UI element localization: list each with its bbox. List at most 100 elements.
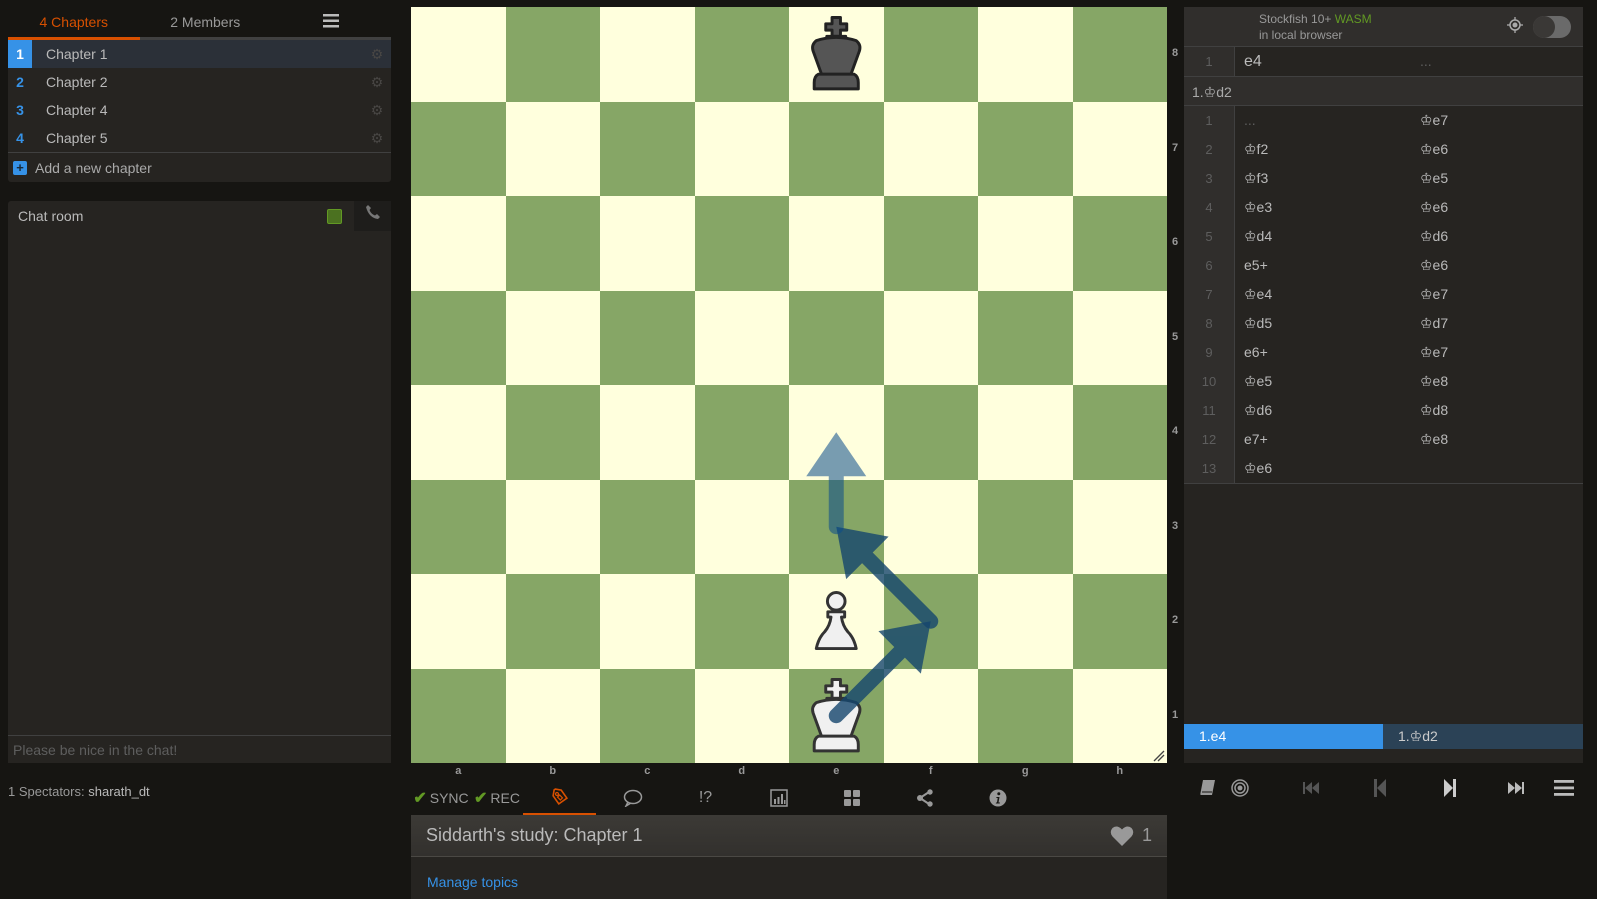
sync-toggle[interactable]: ✔ SYNC bbox=[411, 780, 471, 815]
square-d4[interactable] bbox=[694, 385, 789, 480]
white-move[interactable]: ♔e6 bbox=[1235, 454, 1411, 483]
square-h6[interactable] bbox=[1072, 196, 1167, 291]
square-g7[interactable] bbox=[978, 101, 1073, 196]
variation-line[interactable]: 1.♔d2 bbox=[1184, 76, 1583, 106]
square-a6[interactable] bbox=[411, 196, 506, 291]
square-c2[interactable] bbox=[600, 574, 695, 669]
square-b8[interactable] bbox=[505, 7, 600, 102]
manage-topics-link[interactable]: Manage topics bbox=[427, 874, 518, 890]
square-a4[interactable] bbox=[411, 385, 506, 480]
white-move[interactable]: ♔e5 bbox=[1235, 367, 1411, 396]
white-move[interactable]: ... bbox=[1235, 106, 1411, 135]
target-icon[interactable] bbox=[1505, 17, 1525, 36]
square-c8[interactable] bbox=[600, 7, 695, 102]
white-move[interactable]: ♔e3 bbox=[1235, 193, 1411, 222]
square-e4[interactable] bbox=[789, 385, 884, 480]
chart-icon[interactable] bbox=[742, 780, 815, 815]
black-move[interactable]: ♔e8 bbox=[1411, 425, 1583, 454]
black-move[interactable]: ♔e8 bbox=[1411, 367, 1583, 396]
square-c1[interactable] bbox=[600, 668, 695, 763]
menu-icon[interactable] bbox=[1546, 772, 1583, 804]
square-g2[interactable] bbox=[978, 574, 1073, 669]
square-c7[interactable] bbox=[600, 101, 695, 196]
square-f2[interactable] bbox=[883, 574, 978, 669]
black-move[interactable]: ♔d6 bbox=[1411, 222, 1583, 251]
square-f8[interactable] bbox=[883, 7, 978, 102]
black-move[interactable]: ♔e7 bbox=[1411, 106, 1583, 135]
square-a7[interactable] bbox=[411, 101, 506, 196]
move[interactable]: e4 bbox=[1235, 47, 1411, 76]
square-e6[interactable] bbox=[789, 196, 884, 291]
square-b1[interactable] bbox=[505, 668, 600, 763]
white-move[interactable]: e6+ bbox=[1235, 338, 1411, 367]
chapter-item[interactable]: 4 Chapter 5 ⚙ bbox=[8, 124, 391, 152]
square-f4[interactable] bbox=[883, 385, 978, 480]
black-king-icon[interactable] bbox=[789, 7, 884, 102]
gear-icon[interactable]: ⚙ bbox=[363, 74, 391, 91]
first-move-icon[interactable] bbox=[1275, 772, 1346, 804]
square-e3[interactable] bbox=[789, 479, 884, 574]
add-chapter-button[interactable]: + Add a new chapter bbox=[8, 152, 391, 182]
white-move[interactable]: ♔d6 bbox=[1235, 396, 1411, 425]
square-b3[interactable] bbox=[505, 479, 600, 574]
square-d6[interactable] bbox=[694, 196, 789, 291]
next-move-icon[interactable] bbox=[1413, 772, 1486, 804]
tag-icon[interactable] bbox=[523, 780, 596, 815]
chat-input[interactable]: Please be nice in the chat! bbox=[8, 735, 391, 763]
square-h8[interactable] bbox=[1072, 7, 1167, 102]
black-move[interactable]: ♔e5 bbox=[1411, 164, 1583, 193]
fork-option[interactable]: 1.e4 bbox=[1184, 724, 1383, 749]
square-f7[interactable] bbox=[883, 101, 978, 196]
spectator-name[interactable]: sharath_dt bbox=[88, 784, 149, 799]
board-resize-handle[interactable] bbox=[1153, 749, 1165, 762]
square-d8[interactable] bbox=[694, 7, 789, 102]
white-move[interactable]: ♔d5 bbox=[1235, 309, 1411, 338]
square-a1[interactable] bbox=[411, 668, 506, 763]
square-h4[interactable] bbox=[1072, 385, 1167, 480]
square-h2[interactable] bbox=[1072, 574, 1167, 669]
square-e5[interactable] bbox=[789, 290, 884, 385]
square-c4[interactable] bbox=[600, 385, 695, 480]
square-g4[interactable] bbox=[978, 385, 1073, 480]
gear-icon[interactable]: ⚙ bbox=[363, 46, 391, 63]
rec-toggle[interactable]: ✔ REC bbox=[471, 780, 523, 815]
square-a3[interactable] bbox=[411, 479, 506, 574]
square-a8[interactable] bbox=[411, 7, 506, 102]
target-circles-icon[interactable] bbox=[1224, 772, 1256, 804]
square-d5[interactable] bbox=[694, 290, 789, 385]
move[interactable]: ... bbox=[1411, 47, 1583, 76]
square-h5[interactable] bbox=[1072, 290, 1167, 385]
chat-toggle-checkbox[interactable] bbox=[327, 208, 342, 224]
grid-icon[interactable] bbox=[815, 780, 888, 815]
square-d2[interactable] bbox=[694, 574, 789, 669]
black-move[interactable]: ♔d8 bbox=[1411, 396, 1583, 425]
chapter-item[interactable]: 3 Chapter 4 ⚙ bbox=[8, 96, 391, 124]
square-g8[interactable] bbox=[978, 7, 1073, 102]
square-a5[interactable] bbox=[411, 290, 506, 385]
chapter-item[interactable]: 2 Chapter 2 ⚙ bbox=[8, 68, 391, 96]
gear-icon[interactable]: ⚙ bbox=[363, 130, 391, 147]
black-move[interactable]: ♔d7 bbox=[1411, 309, 1583, 338]
square-f1[interactable] bbox=[883, 668, 978, 763]
square-d1[interactable] bbox=[694, 668, 789, 763]
square-d3[interactable] bbox=[694, 479, 789, 574]
square-g5[interactable] bbox=[978, 290, 1073, 385]
square-c5[interactable] bbox=[600, 290, 695, 385]
black-move[interactable]: ♔e6 bbox=[1411, 251, 1583, 280]
square-b6[interactable] bbox=[505, 196, 600, 291]
black-move[interactable]: ♔e6 bbox=[1411, 135, 1583, 164]
square-f3[interactable] bbox=[883, 479, 978, 574]
white-move[interactable]: ♔d4 bbox=[1235, 222, 1411, 251]
square-g6[interactable] bbox=[978, 196, 1073, 291]
white-move[interactable]: ♔f3 bbox=[1235, 164, 1411, 193]
square-c6[interactable] bbox=[600, 196, 695, 291]
square-a2[interactable] bbox=[411, 574, 506, 669]
phone-icon[interactable] bbox=[354, 201, 391, 231]
square-b2[interactable] bbox=[505, 574, 600, 669]
white-move[interactable]: ♔f2 bbox=[1235, 135, 1411, 164]
tab-members[interactable]: 2 Members bbox=[140, 0, 272, 37]
glyph-icon[interactable]: !? bbox=[669, 780, 742, 815]
square-b7[interactable] bbox=[505, 101, 600, 196]
chapter-item[interactable]: 1 Chapter 1 ⚙ bbox=[8, 40, 391, 68]
hamburger-menu-icon[interactable] bbox=[271, 0, 391, 37]
